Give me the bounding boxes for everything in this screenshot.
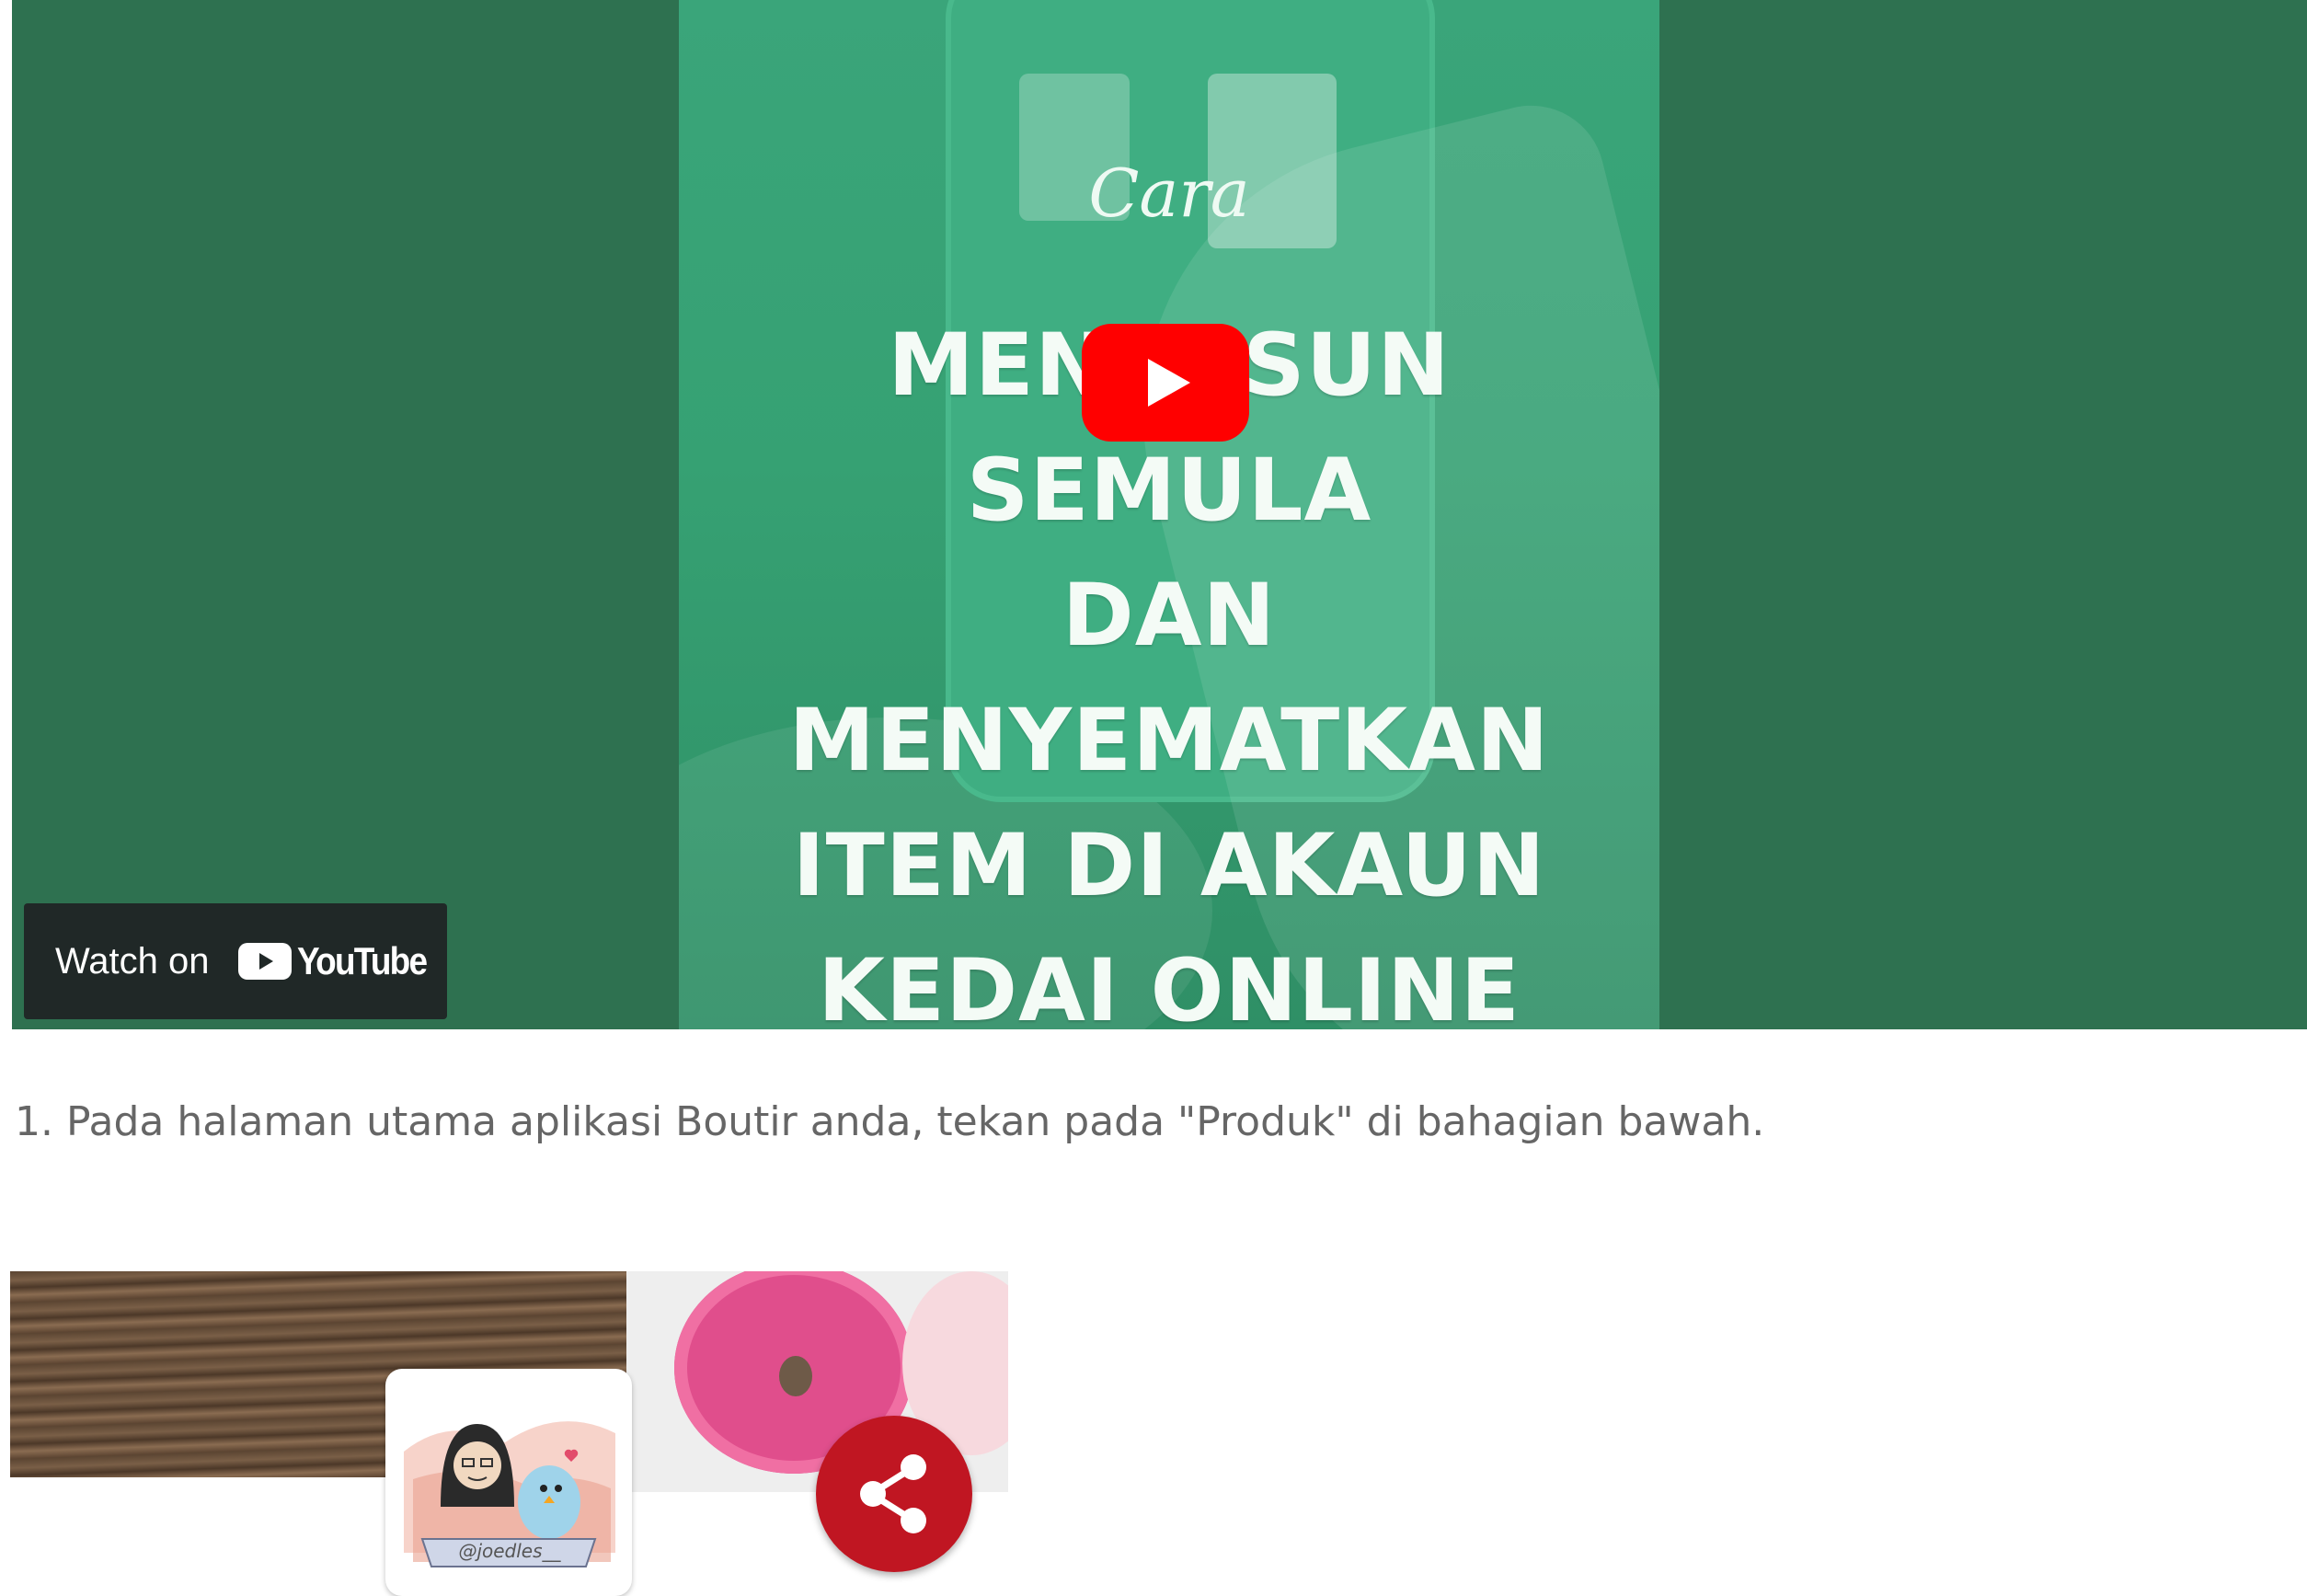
watch-on-youtube-link[interactable]: Watch on YouTube	[24, 903, 447, 1019]
youtube-logo: YouTube	[238, 939, 443, 983]
watch-on-label: Watch on	[55, 940, 210, 982]
donut-hole	[779, 1356, 812, 1396]
youtube-video-embed[interactable]: Cara MENYUSUN SEMULA DAN MENYEMATKAN ITE…	[12, 0, 2307, 1029]
thumbnail-title-line: ITEM DI AKAUN	[792, 816, 1546, 916]
video-thumbnail: Cara MENYUSUN SEMULA DAN MENYEMATKAN ITE…	[679, 0, 1659, 1029]
play-button[interactable]	[1082, 324, 1249, 442]
youtube-play-icon	[238, 943, 293, 980]
app-screenshot-preview: @joedles__	[10, 1271, 1008, 1596]
play-icon	[1148, 359, 1190, 407]
thumbnail-small-text: Cara	[1088, 155, 1250, 232]
thumbnail-title-line: KEDAI ONLINE ANDA	[818, 941, 1521, 1029]
profile-avatar: @joedles__	[385, 1369, 632, 1596]
thumbnail-title-line: DAN MENYEMATKAN	[788, 566, 1550, 791]
profile-handle: @joedles__	[458, 1540, 561, 1562]
share-icon	[860, 1454, 926, 1533]
share-button[interactable]	[816, 1416, 972, 1572]
youtube-wordmark: YouTube	[297, 939, 428, 982]
step-instruction: 1. Pada halaman utama aplikasi Boutir an…	[15, 1098, 1765, 1145]
